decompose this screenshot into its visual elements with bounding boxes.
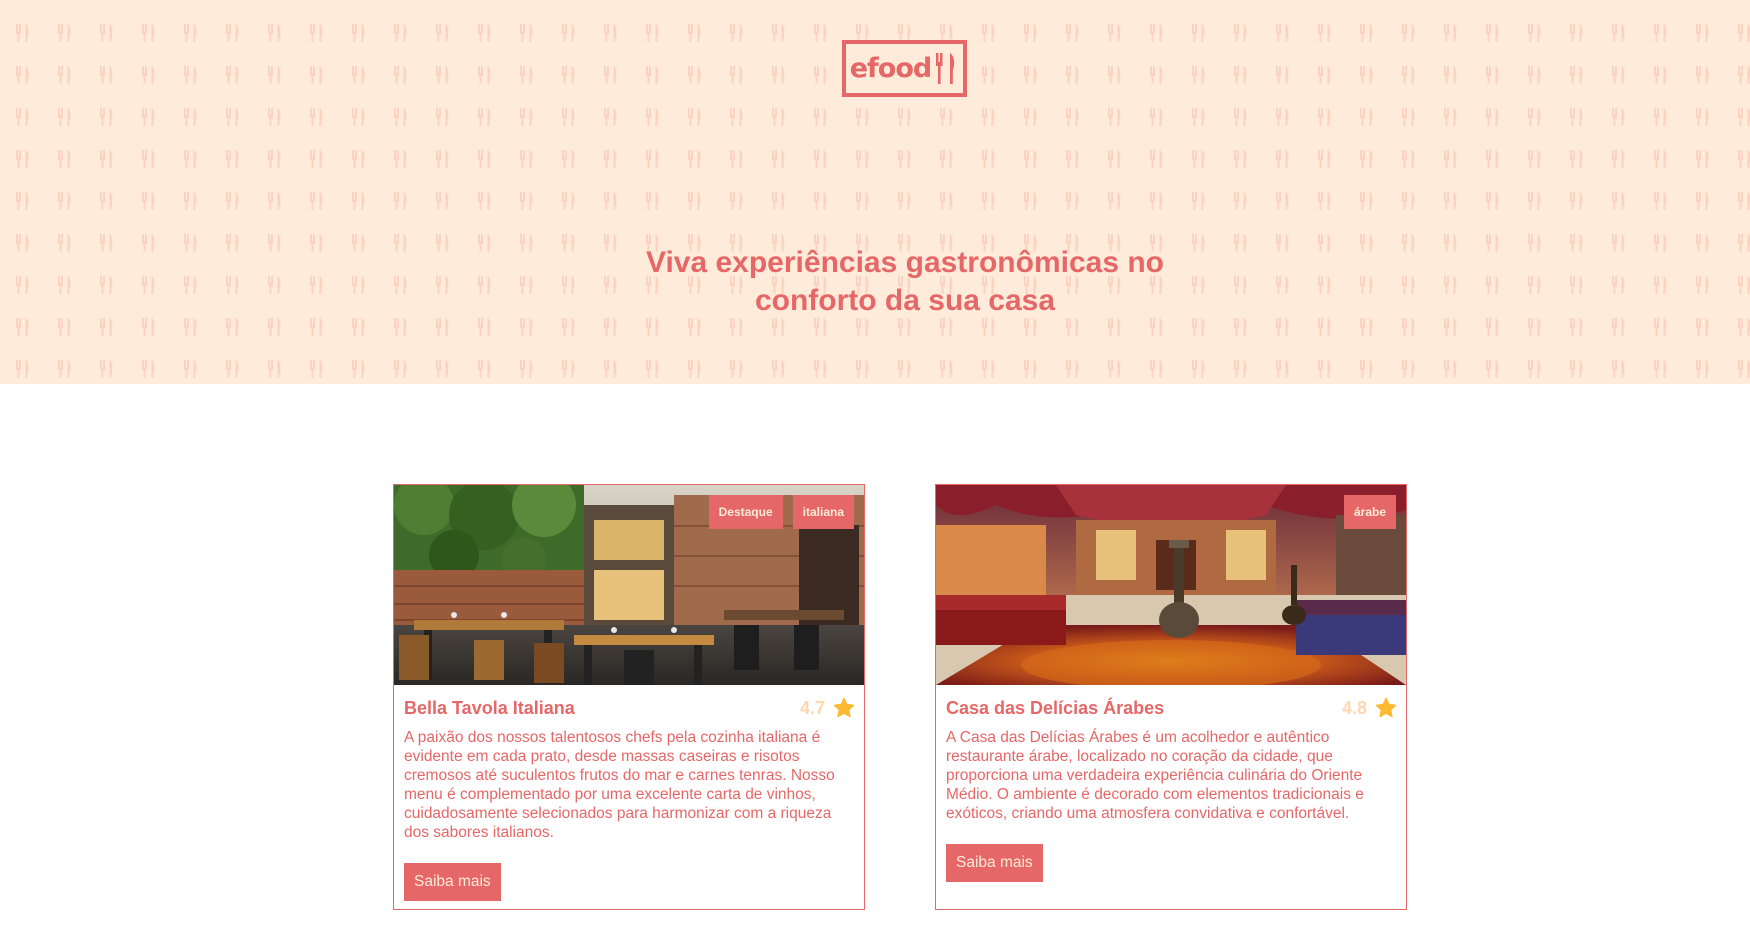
card-body: Casa das Delícias Árabes 4.8 A Casa das … — [936, 695, 1406, 882]
star-icon — [833, 697, 855, 718]
star-icon — [1375, 697, 1397, 718]
restaurant-name: Bella Tavola Italiana — [404, 698, 575, 718]
rating: 4.8 — [1342, 697, 1397, 719]
restaurant-image-casa-delicias: árabe — [936, 485, 1406, 685]
cutlery-icon — [936, 52, 955, 84]
tag-arabe: árabe — [1343, 495, 1396, 529]
restaurant-card-casa-delicias: árabe Casa das Delícias Árabes 4.8 A Cas… — [935, 484, 1407, 910]
card-body: Bella Tavola Italiana 4.7 A paixão dos n… — [394, 695, 864, 901]
saiba-mais-button[interactable]: Saiba mais — [946, 844, 1043, 882]
tagline-line-1: Viva experiências gastronômicas no — [645, 246, 1164, 279]
restaurant-card-bella-tavola: Destaque italiana Bella Tavola Italiana … — [393, 484, 865, 910]
tag-list: árabe — [1343, 495, 1396, 529]
arabic-lounge-photo — [936, 485, 1406, 685]
tag-list: Destaque italiana — [708, 495, 854, 529]
card-header: Casa das Delícias Árabes 4.8 — [946, 695, 1397, 721]
restaurant-name: Casa das Delícias Árabes — [946, 698, 1165, 718]
hero-tagline: Viva experiências gastronômicas no confo… — [575, 244, 1235, 320]
tagline-line-2: conforto da sua casa — [754, 284, 1056, 317]
logo-text: efood — [849, 53, 932, 84]
restaurant-description: A paixão dos nossos talentosos chefs pel… — [404, 729, 835, 841]
tag-italiana: italiana — [792, 495, 854, 529]
efood-logo[interactable]: efood — [842, 40, 967, 97]
rating: 4.7 — [800, 697, 855, 719]
saiba-mais-button[interactable]: Saiba mais — [404, 863, 501, 901]
hero-header: efood Viva experiências gastronômicas no… — [0, 0, 1750, 384]
rating-value: 4.7 — [799, 697, 825, 718]
rating-value: 4.8 — [1341, 697, 1367, 718]
tag-destaque: Destaque — [708, 495, 783, 529]
page: efood Viva experiências gastronômicas no… — [0, 0, 1750, 929]
card-header: Bella Tavola Italiana 4.7 — [404, 695, 855, 721]
restaurant-image-bella-tavola: Destaque italiana — [394, 485, 864, 685]
restaurant-description: A Casa das Delícias Árabes é um acolhedo… — [946, 729, 1364, 822]
